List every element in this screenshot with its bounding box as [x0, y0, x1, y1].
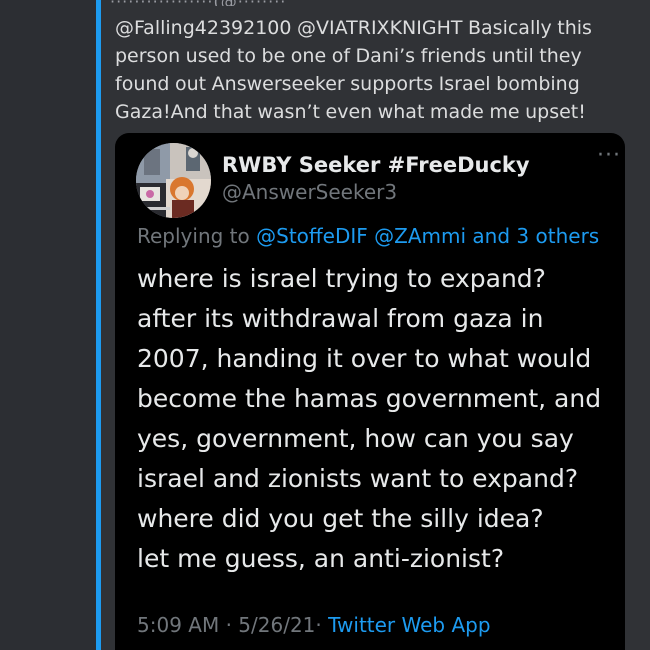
tweet-time[interactable]: 5:09 AM	[137, 613, 219, 637]
mention-link-1[interactable]: @StoffeDIF	[256, 224, 368, 248]
left-rail	[0, 0, 96, 650]
mention-link-2[interactable]: @ZAmmi	[374, 224, 466, 248]
tweet-date[interactable]: 5/26/21	[238, 613, 315, 637]
tweet-embed[interactable]: ··· RWBY Seeker #FreeDucky @AnswerSeeker…	[115, 133, 625, 650]
chat-view: ·················(@········ @Falling4239…	[0, 0, 650, 650]
avatar-image	[136, 143, 211, 218]
user-handle[interactable]: @AnswerSeeker3	[222, 180, 397, 204]
meta-separator: ·	[225, 613, 232, 637]
source-app-link[interactable]: Twitter Web App	[328, 613, 490, 637]
replying-prefix: Replying to	[137, 224, 250, 248]
meta-separator-2: ·	[315, 613, 322, 637]
more-options-icon[interactable]: ···	[597, 145, 621, 167]
tweet-meta: 5:09 AM · 5/26/21· Twitter Web App	[137, 613, 491, 637]
message-text: @Falling42392100 @VIATRIXKNIGHT Basicall…	[115, 17, 592, 123]
others-link[interactable]: 3 others	[516, 224, 599, 248]
replying-to-line: Replying to @StoffeDIF @ZAmmi and 3 othe…	[137, 224, 599, 248]
replying-and[interactable]: and	[472, 224, 510, 248]
quote-accent-bar	[96, 0, 101, 650]
tweet-text: where is israel trying to expand? after …	[137, 264, 602, 573]
display-name[interactable]: RWBY Seeker #FreeDucky	[222, 153, 530, 177]
avatar[interactable]	[136, 143, 211, 218]
previous-message-fragment: ·················(@········	[110, 0, 440, 6]
